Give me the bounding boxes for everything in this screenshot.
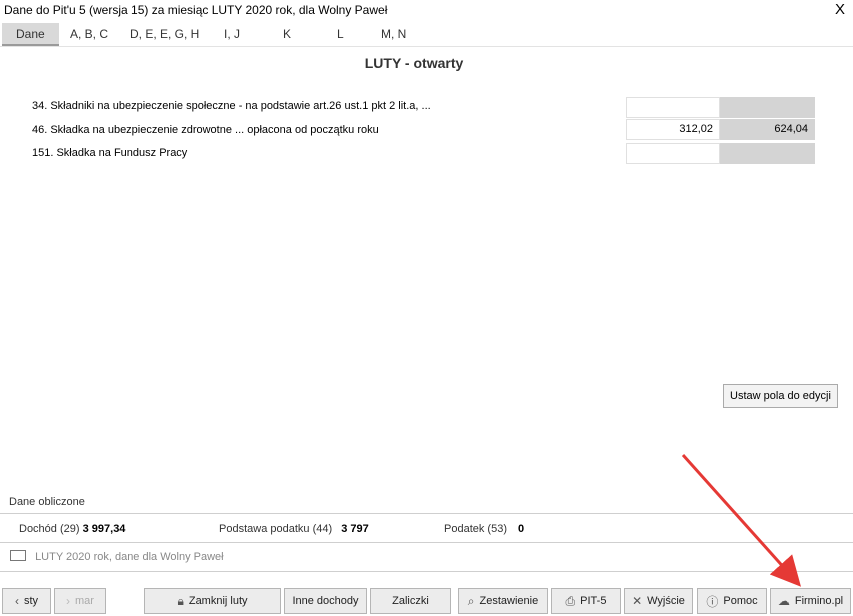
divider [0,542,853,543]
help-label: Pomoc [723,595,758,607]
summary-button[interactable]: ⌕ Zestawienie [458,588,548,614]
row-46-calc: 624,04 [720,119,815,140]
summary-podstawa: Podstawa podatku (44) 3 797 [219,523,369,535]
podatek-label: Podatek (53) [444,523,507,535]
row-46-input[interactable]: 312,02 [626,119,720,140]
row-151-label: 151. Składka na Fundusz Pracy [32,147,188,159]
divider [0,513,853,514]
next-month-button[interactable]: › mar [54,588,106,614]
dochod-value: 3 997,34 [82,523,126,535]
exit-label: Wyjście [647,595,685,607]
calculated-data-label: Dane obliczone [9,496,85,508]
close-month-button[interactable]: 🔒︎ Zamknij luty [144,588,281,614]
summary-dochod: Dochód (29) 3 997,34 [19,523,125,535]
pit5-print-button[interactable]: ⎙ PIT-5 [551,588,621,614]
next-month-label: mar [75,595,94,607]
advances-button[interactable]: Zaliczki [370,588,451,614]
annotation-arrow [681,453,802,587]
podatek-value: 0 [518,523,525,535]
window-title: Dane do Pit'u 5 (wersja 15) za miesiąc L… [4,3,388,17]
row-151-calc [720,143,815,164]
podstawa-value: 3 797 [341,523,369,535]
close-icon: ✕ [632,594,643,608]
printer-icon: ⎙ [565,593,576,608]
search-icon: ⌕ [467,593,475,608]
row-151-input[interactable] [626,143,720,164]
month-status-title: LUTY - otwarty [364,55,464,71]
help-button[interactable]: ⓘ Pomoc [697,588,767,614]
row-34-label: 34. Składniki na ubezpieczenie społeczne… [32,100,431,112]
close-icon[interactable]: X [835,1,845,18]
lock-icon: 🔒︎ [177,593,184,608]
arrow-line [681,453,802,587]
tab-ij[interactable]: I, J [224,23,240,46]
tab-k[interactable]: K [283,23,291,46]
title-bar: Dane do Pit'u 5 (wersja 15) za miesiąc L… [0,0,853,22]
help-icon: ⓘ [706,594,719,609]
podstawa-label: Podstawa podatku (44) [219,523,333,535]
tab-abc[interactable]: A, B, C [70,23,108,46]
chevron-right-icon: › [66,594,71,608]
row-34-input[interactable] [626,97,720,118]
pit5-label: PIT-5 [580,595,607,607]
button-bar: ‹ sty › mar 🔒︎ Zamknij luty Inne dochody… [0,588,853,616]
exit-button[interactable]: ✕ Wyjście [624,588,693,614]
other-income-button[interactable]: Inne dochody [284,588,367,614]
tab-bar: Dane A, B, C D, E, E, G, H I, J K L M, N [0,22,853,47]
dochod-label: Dochód (29) [19,523,80,535]
row-46-label: 46. Składka na ubezpieczenie zdrowotne .… [32,124,379,136]
info-row: LUTY 2020 rok, dane dla Wolny Paweł [10,550,224,563]
prev-month-label: sty [23,595,39,607]
row-34-calc [720,97,815,118]
tab-dane[interactable]: Dane [2,23,59,46]
summary-podatek: Podatek (53) 0 [444,523,524,535]
tab-l[interactable]: L [337,23,344,46]
tab-mn[interactable]: M, N [381,23,406,46]
book-icon [10,550,26,561]
close-month-label: Zamknij luty [188,595,248,607]
info-text: LUTY 2020 rok, dane dla Wolny Paweł [35,551,224,563]
divider [0,571,853,572]
chevron-left-icon: ‹ [14,594,19,608]
firmino-label: Firmino.pl [794,595,844,607]
tab-deegh[interactable]: D, E, E, G, H [130,23,199,46]
summary-button-label: Zestawienie [479,595,539,607]
prev-month-button[interactable]: ‹ sty [2,588,51,614]
firmino-button[interactable]: ☁ Firmino.pl [770,588,851,614]
set-fields-edit-button[interactable]: Ustaw pola do edycji [723,384,838,408]
cloud-upload-icon: ☁ [777,594,790,608]
